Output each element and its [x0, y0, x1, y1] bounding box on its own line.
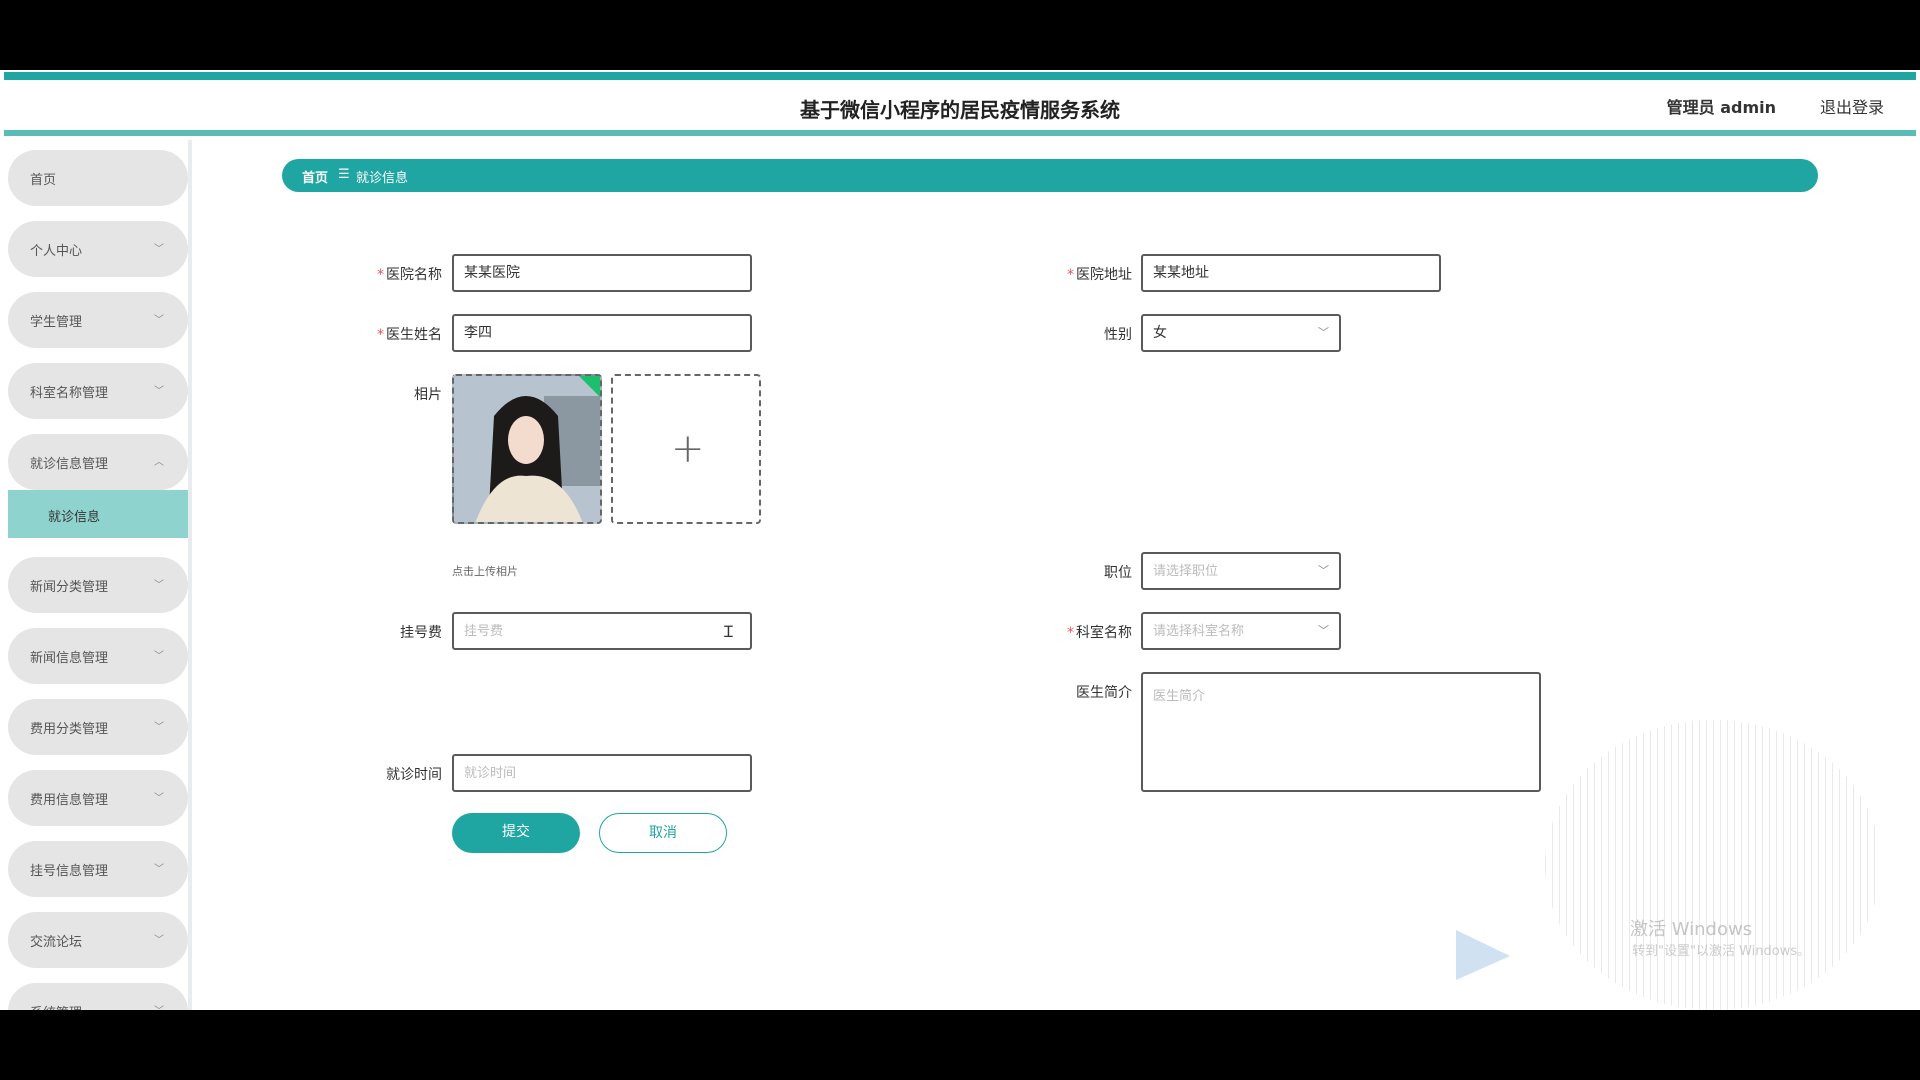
sidebar-item-news[interactable]: 新闻信息管理 ﹀: [8, 628, 188, 684]
intro-label: 医生简介: [1076, 685, 1132, 701]
app-screen: 基于微信小程序的居民疫情服务系统 管理员 admin 退出登录 首页 个人中心 …: [0, 70, 1920, 1010]
sidebar-item-label: 交流论坛: [30, 935, 83, 950]
fee-label: 挂号费: [400, 625, 442, 641]
hospital-name-label-text: 医院名称: [386, 267, 442, 283]
required-mark: *: [377, 267, 384, 283]
chevron-down-icon: ﹀: [154, 935, 164, 946]
required-mark: *: [377, 327, 384, 343]
gender-select[interactable]: 女 ﹀: [1141, 314, 1341, 352]
watermark-line1: 激活 Windows: [1630, 919, 1753, 940]
submit-button[interactable]: 提交: [452, 813, 580, 853]
sidebar-item-fees[interactable]: 费用信息管理 ﹀: [8, 770, 188, 826]
sidebar-item-visit-management[interactable]: 就诊信息管理 ︿: [8, 434, 188, 490]
department-label: * 科室名称: [1032, 622, 1132, 642]
hospital-name-label: * 医院名称: [342, 264, 442, 284]
chevron-down-icon: ﹀: [1318, 624, 1329, 637]
header-bar: 基于微信小程序的居民疫情服务系统 管理员 admin 退出登录: [4, 72, 1916, 136]
chevron-down-icon: ﹀: [154, 1002, 164, 1010]
hospital-name-input[interactable]: 某某医院: [452, 254, 752, 292]
visit-time-label: 就诊时间: [386, 767, 442, 783]
gender-value: 女: [1153, 325, 1167, 341]
bilibili-logo-icon: [1456, 930, 1510, 980]
sidebar-item-label: 学生管理: [30, 315, 83, 330]
department-label-text: 科室名称: [1076, 625, 1132, 641]
photo-label: 相片: [414, 387, 442, 403]
sidebar-item-label: 系统管理: [30, 1002, 82, 1010]
photo-upload-box[interactable]: +: [611, 374, 761, 524]
menu-icon: ☰: [338, 167, 350, 182]
sidebar-item-label: 新闻信息管理: [30, 651, 109, 666]
fee-input[interactable]: 挂号费 Ɪ: [452, 612, 752, 650]
sidebar-item-students[interactable]: 学生管理 ﹀: [8, 292, 188, 348]
uploaded-photo[interactable]: [452, 374, 602, 524]
breadcrumb: 首页 ☰ 就诊信息: [282, 159, 1818, 192]
sidebar: 首页 个人中心 ﹀ 学生管理 ﹀ 科室名称管理 ﹀ 就诊信息管理 ︿ 就诊信息 …: [4, 140, 192, 1010]
text-cursor-icon: Ɪ: [724, 622, 733, 641]
photo-image: [454, 376, 600, 522]
chevron-down-icon: ﹀: [154, 315, 164, 326]
sidebar-item-label: 就诊信息: [48, 510, 101, 525]
visit-time-placeholder: 就诊时间: [464, 766, 517, 781]
breadcrumb-current: 就诊信息: [356, 171, 409, 186]
chevron-down-icon: ﹀: [154, 244, 164, 255]
hospital-address-label: * 医院地址: [1032, 264, 1132, 284]
visit-time-input[interactable]: 就诊时间: [452, 754, 752, 792]
intro-placeholder: 医生简介: [1153, 689, 1206, 704]
gender-label: 性别: [1104, 327, 1132, 343]
doctor-name-label: * 医生姓名: [342, 324, 442, 344]
chevron-down-icon: ﹀: [1318, 564, 1329, 577]
sidebar-item-label: 就诊信息管理: [30, 457, 109, 472]
fee-placeholder: 挂号费: [464, 624, 504, 639]
department-select[interactable]: 请选择科室名称 ﹀: [1141, 612, 1341, 650]
plus-icon: +: [671, 426, 705, 472]
chevron-down-icon: ﹀: [1318, 326, 1329, 339]
hospital-address-label-text: 医院地址: [1076, 267, 1132, 283]
sidebar-subitem-visit-info[interactable]: 就诊信息: [8, 490, 188, 538]
photo-hint: 点击上传相片: [452, 565, 518, 578]
app-title: 基于微信小程序的居民疫情服务系统: [800, 98, 1120, 122]
sidebar-item-news-categories[interactable]: 新闻分类管理 ﹀: [8, 557, 188, 613]
position-select[interactable]: 请选择职位 ﹀: [1141, 552, 1341, 590]
sidebar-item-label: 个人中心: [30, 244, 83, 259]
chevron-down-icon: ﹀: [154, 793, 164, 804]
position-placeholder: 请选择职位: [1153, 564, 1219, 579]
sidebar-item-home[interactable]: 首页: [8, 150, 188, 206]
chevron-down-icon: ﹀: [154, 864, 164, 875]
watermark-overlay: [1545, 720, 1881, 1010]
current-user: 管理员 admin: [1666, 98, 1776, 117]
chevron-down-icon: ﹀: [154, 580, 164, 591]
required-mark: *: [1067, 625, 1074, 641]
required-mark: *: [1067, 267, 1074, 283]
sidebar-item-personal-center[interactable]: 个人中心 ﹀: [8, 221, 188, 277]
position-label: 职位: [1104, 565, 1132, 581]
logout-link[interactable]: 退出登录: [1820, 94, 1884, 118]
sidebar-item-departments[interactable]: 科室名称管理 ﹀: [8, 363, 188, 419]
sidebar-item-forum[interactable]: 交流论坛 ﹀: [8, 912, 188, 968]
watermark-line2: 转到"设置"以激活 Windows。: [1632, 944, 1811, 959]
sidebar-item-label: 挂号信息管理: [30, 864, 109, 879]
sidebar-item-label: 费用分类管理: [30, 722, 109, 737]
sidebar-item-label: 费用信息管理: [30, 793, 109, 808]
hospital-address-input[interactable]: 某某地址: [1141, 254, 1441, 292]
doctor-name-label-text: 医生姓名: [386, 327, 442, 343]
chevron-down-icon: ﹀: [154, 651, 164, 662]
sidebar-item-label: 首页: [30, 173, 57, 188]
sidebar-item-registration[interactable]: 挂号信息管理 ﹀: [8, 841, 188, 897]
chevron-up-icon: ︿: [154, 457, 164, 468]
sidebar-item-label: 新闻分类管理: [30, 580, 109, 595]
doctor-name-input[interactable]: 李四: [452, 314, 752, 352]
cancel-button[interactable]: 取消: [599, 813, 727, 853]
sidebar-item-system[interactable]: 系统管理 ﹀: [8, 983, 188, 1010]
department-placeholder: 请选择科室名称: [1153, 624, 1245, 639]
breadcrumb-home[interactable]: 首页: [302, 167, 328, 186]
chevron-down-icon: ﹀: [154, 722, 164, 733]
chevron-down-icon: ﹀: [154, 386, 164, 397]
sidebar-item-fee-categories[interactable]: 费用分类管理 ﹀: [8, 699, 188, 755]
sidebar-item-label: 科室名称管理: [30, 386, 109, 401]
intro-textarea[interactable]: 医生简介: [1141, 672, 1541, 792]
